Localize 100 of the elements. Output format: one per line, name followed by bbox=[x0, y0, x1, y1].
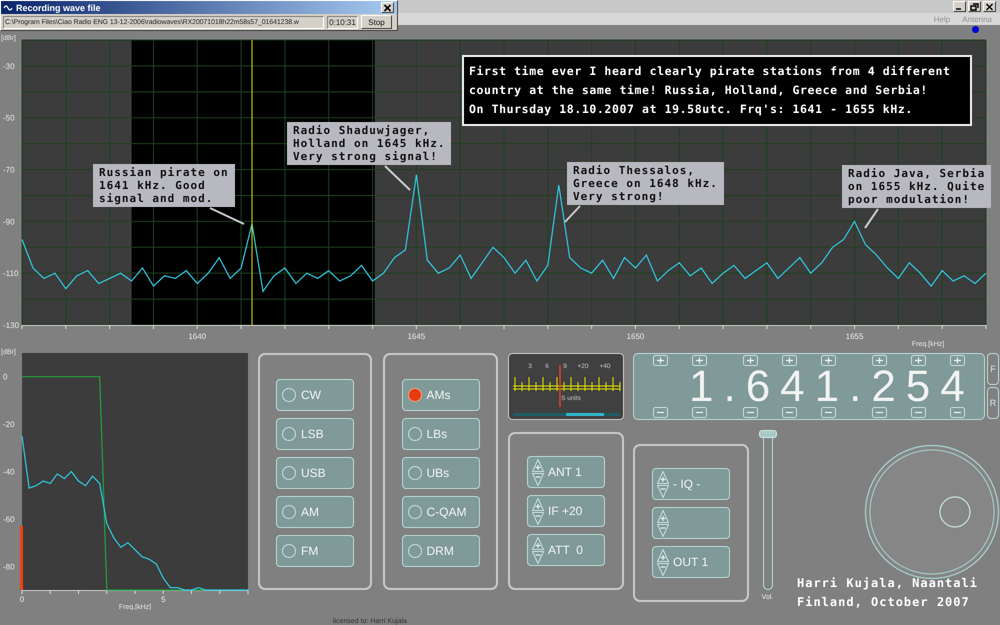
minus-icon[interactable] bbox=[692, 407, 707, 418]
step-down-icon[interactable] bbox=[532, 550, 544, 564]
axis-label: -80 bbox=[3, 562, 15, 572]
stepper-value: OUT 1 bbox=[673, 555, 708, 569]
callout-label: Radio Thessalos, Greece on 1648 kHz. Very strong! bbox=[567, 162, 724, 205]
credits-text: Harri Kujala, Naantali Finland, October 2007 bbox=[797, 575, 979, 611]
stepper-value: ANT 1 bbox=[548, 465, 582, 479]
axis-label: -30 bbox=[3, 62, 15, 71]
window-title: Recording wave file bbox=[16, 2, 102, 12]
radio-icon[interactable] bbox=[282, 388, 296, 402]
mode-button[interactable]: AM bbox=[276, 496, 354, 528]
stepper-value: - IQ - bbox=[673, 477, 700, 491]
mode-button[interactable]: LSB bbox=[276, 418, 354, 450]
minimize-button[interactable] bbox=[953, 1, 966, 12]
step-up-icon[interactable] bbox=[657, 510, 669, 522]
close-icon bbox=[383, 4, 392, 12]
leader-line bbox=[564, 205, 581, 223]
radio-icon[interactable] bbox=[408, 388, 422, 402]
plus-icon[interactable] bbox=[653, 355, 668, 366]
axis-label: -130 bbox=[3, 321, 20, 330]
mode-button[interactable]: UBs bbox=[402, 457, 480, 489]
axis-label: -50 bbox=[3, 114, 15, 123]
status-dot bbox=[972, 26, 979, 33]
mode-button[interactable]: USB bbox=[276, 457, 354, 489]
step-up-icon[interactable] bbox=[657, 470, 669, 484]
leader-line bbox=[864, 208, 879, 229]
plus-icon[interactable] bbox=[692, 355, 707, 366]
meter-needle bbox=[559, 365, 561, 407]
minus-icon[interactable] bbox=[872, 407, 887, 418]
plus-icon[interactable] bbox=[821, 355, 836, 366]
step-down-icon[interactable] bbox=[657, 484, 669, 498]
stepper-value: ATT 0 bbox=[548, 543, 583, 557]
radio-icon[interactable] bbox=[408, 466, 422, 480]
axis-label: -90 bbox=[3, 217, 15, 226]
axis-label: 1640 bbox=[188, 332, 206, 341]
restore-icon bbox=[970, 2, 979, 10]
radio-icon[interactable] bbox=[408, 505, 422, 519]
step-down-icon[interactable] bbox=[657, 562, 669, 576]
axis-label: 5 bbox=[161, 595, 166, 604]
minus-icon[interactable] bbox=[911, 407, 926, 418]
elapsed-time-field: 0:10:31 bbox=[327, 16, 358, 28]
radio-icon[interactable] bbox=[408, 544, 422, 558]
side-button[interactable]: R bbox=[987, 387, 999, 419]
wave-icon bbox=[3, 3, 13, 12]
radio-icon[interactable] bbox=[282, 544, 296, 558]
axis-label: 1655 bbox=[846, 332, 864, 341]
side-button[interactable]: F bbox=[987, 353, 999, 385]
plus-icon[interactable] bbox=[950, 355, 965, 366]
radio-icon[interactable] bbox=[408, 427, 422, 441]
close-button[interactable] bbox=[983, 1, 996, 12]
plus-icon[interactable] bbox=[911, 355, 926, 366]
axis-label: -110 bbox=[3, 269, 18, 278]
minus-icon[interactable] bbox=[950, 407, 965, 418]
callout-label: Radio Java, Serbia on 1655 kHz. Quite poor modulation! bbox=[842, 165, 992, 208]
restore-button[interactable] bbox=[968, 1, 981, 12]
plus-icon[interactable] bbox=[782, 355, 797, 366]
step-up-icon[interactable] bbox=[532, 458, 544, 472]
axis-label: -70 bbox=[3, 166, 15, 175]
mode-button[interactable]: LBs bbox=[402, 418, 480, 450]
plus-icon[interactable] bbox=[743, 355, 758, 366]
minus-icon[interactable] bbox=[782, 407, 797, 418]
radio-icon[interactable] bbox=[282, 505, 296, 519]
callout-label: Radio Shaduwjager, Holland on 1645 kHz. Very strong signal! bbox=[287, 122, 452, 165]
axis-label: 1650 bbox=[626, 332, 644, 341]
radio-icon[interactable] bbox=[282, 466, 296, 480]
axis-label: -60 bbox=[3, 514, 15, 524]
mode-button[interactable]: CW bbox=[276, 379, 354, 411]
leader-line bbox=[384, 165, 411, 191]
menu-item[interactable]: Help bbox=[934, 14, 950, 24]
signal-bar bbox=[566, 413, 604, 416]
mode-button[interactable]: C-QAM bbox=[402, 496, 480, 528]
axis-label: 1645 bbox=[407, 332, 426, 341]
minus-icon[interactable] bbox=[821, 407, 836, 418]
menu-item[interactable]: Antenna bbox=[962, 14, 992, 24]
axis-label: 0 bbox=[3, 372, 8, 382]
axis-label: 0 bbox=[20, 595, 24, 604]
step-down-icon[interactable] bbox=[657, 524, 669, 536]
step-up-icon[interactable] bbox=[657, 548, 669, 562]
mode-button[interactable]: AMs bbox=[402, 379, 480, 411]
step-up-icon[interactable] bbox=[532, 536, 544, 550]
stop-button[interactable]: Stop bbox=[361, 15, 392, 29]
mode-button[interactable]: DRM bbox=[402, 535, 480, 567]
minus-icon[interactable] bbox=[653, 407, 668, 418]
plus-icon[interactable] bbox=[872, 355, 887, 366]
step-up-icon[interactable] bbox=[532, 498, 544, 510]
close-button[interactable] bbox=[381, 2, 394, 13]
slider-thumb[interactable] bbox=[758, 430, 776, 438]
axis-label: -20 bbox=[3, 420, 15, 430]
note-box: First time ever I heard clearly pirate stations from 4 different country at the same time! Russia, Holland, Greece and Serbia! On Thursday 18.10.2007 at 19.58utc. Frq's: 1641 - 1655 kHz. bbox=[462, 55, 972, 126]
close-icon bbox=[985, 2, 994, 10]
step-down-icon[interactable] bbox=[532, 472, 544, 486]
step-down-icon[interactable] bbox=[532, 512, 544, 524]
leader-line bbox=[210, 207, 244, 225]
mode-button[interactable]: FM bbox=[276, 535, 354, 567]
callout-label: Russian pirate on 1641 kHz. Good signal and mod. bbox=[93, 164, 235, 207]
radio-icon[interactable] bbox=[282, 427, 296, 441]
minus-icon[interactable] bbox=[743, 407, 758, 418]
axis-label: -40 bbox=[3, 468, 15, 476]
frequency-reading: 1.641.254 bbox=[688, 367, 976, 406]
stepper-value: IF +20 bbox=[548, 504, 582, 518]
